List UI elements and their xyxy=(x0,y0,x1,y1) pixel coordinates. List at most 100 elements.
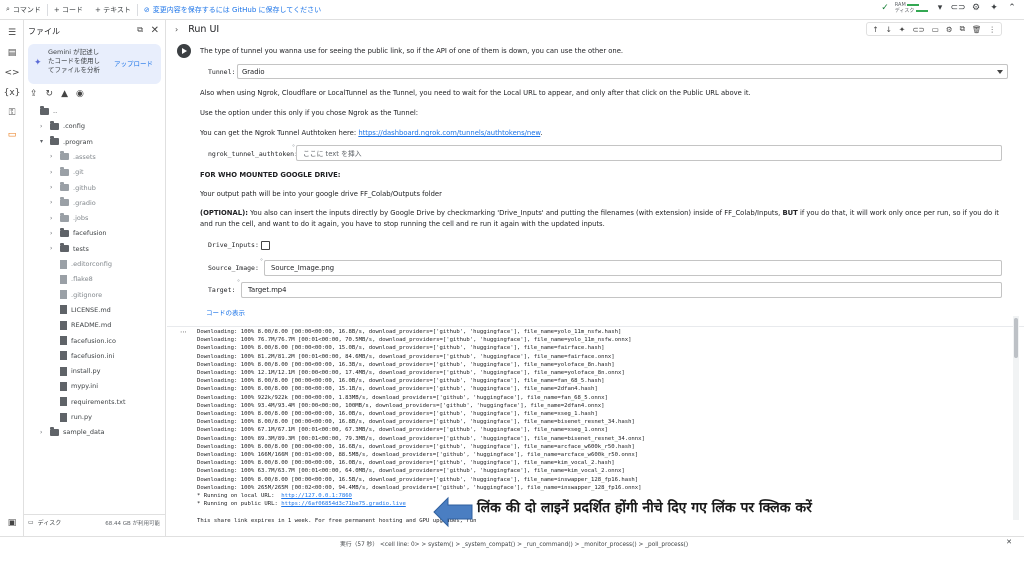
authtoken-info-text: You can get the Ngrok Tunnel Authtoken h… xyxy=(200,129,543,137)
tunnel-select[interactable]: Gradio xyxy=(237,64,1008,79)
tree-file-item[interactable]: LICENSE.md xyxy=(50,303,111,317)
tree-file-item[interactable]: facefusion.ico xyxy=(50,334,116,348)
terminal-icon[interactable]: ▣ xyxy=(5,516,19,530)
run-cell-button[interactable] xyxy=(177,44,191,58)
more-icon[interactable]: ⋮ xyxy=(989,25,997,34)
public-url-link[interactable]: https://6af06854d3c71be75.gradio.live xyxy=(281,501,406,507)
tree-item-label: tests xyxy=(73,244,89,253)
status-close-icon[interactable]: ✕ xyxy=(1006,538,1012,546)
chevron-right-icon[interactable]: › xyxy=(175,25,178,34)
gear-icon[interactable]: ⚙ xyxy=(970,2,982,14)
authtoken-input[interactable]: ここに text を挿入 xyxy=(296,145,1002,161)
tree-folder-item[interactable]: › .github xyxy=(50,181,96,195)
ngrok-option-text: Use the option under this only if you ch… xyxy=(200,109,419,117)
notebook-icon[interactable]: ▤ xyxy=(5,46,19,60)
link-cell-icon[interactable]: ⊂⊃ xyxy=(912,25,925,34)
tree-folder-item[interactable]: ▾ .program xyxy=(40,135,93,149)
local-url-prefix: * Running on local URL: xyxy=(197,493,282,500)
upload-file-icon[interactable]: ⇪ xyxy=(30,89,38,99)
tree-item-label: .editorconfig xyxy=(71,260,112,268)
key-icon[interactable]: ⚿ xyxy=(5,106,19,120)
tree-file-item[interactable]: requirements.txt xyxy=(50,395,126,409)
tree-file-item[interactable]: .editorconfig xyxy=(50,257,112,271)
tree-folder-item[interactable]: › .gradio xyxy=(50,196,96,210)
mirror-cell-icon[interactable]: ⧉ xyxy=(960,24,965,34)
tree-folder-item[interactable]: › .git xyxy=(50,165,84,179)
target-input[interactable]: Target.mp4 xyxy=(241,282,1002,298)
refresh-icon[interactable]: ↻ xyxy=(46,89,54,99)
cell-settings-icon[interactable]: ⚙ xyxy=(946,25,953,34)
output-line: Downloading: 100% 67.1M/67.1M [00:01<00:… xyxy=(197,427,608,434)
output-line: Downloading: 100% 8.00/8.00 [00:00<00:00… xyxy=(197,411,598,418)
code-icon[interactable]: <> xyxy=(4,66,19,80)
output-line: Downloading: 100% 12.1M/12.1M [00:00<00:… xyxy=(197,370,625,377)
cell-title: Run UI xyxy=(188,23,220,35)
output-line: Downloading: 100% 81.2M/81.2M [00:01<00:… xyxy=(197,353,615,360)
file-icon xyxy=(60,305,67,315)
folder-icon xyxy=(50,120,59,130)
chevron-down-icon[interactable]: ▾ xyxy=(934,2,946,14)
upload-link[interactable]: アップロード xyxy=(114,58,153,68)
notebook-main: › Run UI ↑ ↓ ✦ ⊂⊃ ▭ ⚙ ⧉ 🗑 ⋮ The type of … xyxy=(167,20,1024,536)
comment-icon[interactable]: ▭ xyxy=(932,25,939,34)
variables-icon[interactable]: {x} xyxy=(4,86,21,100)
tree-file-item[interactable]: facefusion.ini xyxy=(50,349,114,363)
chevron-right-icon: › xyxy=(50,214,53,222)
gemini-suggestion-card[interactable]: ✦ Gemini が記述したコードを使用してファイルを分析 アップロード xyxy=(28,44,161,84)
add-code-button[interactable]: + コード xyxy=(48,5,89,15)
file-icon xyxy=(60,274,67,284)
disk-bar xyxy=(916,9,928,12)
source-image-input[interactable]: Source_Image.png xyxy=(264,260,1002,276)
ram-bar xyxy=(907,3,920,6)
close-icon[interactable]: ✕ xyxy=(151,25,159,36)
file-icon xyxy=(60,320,67,330)
save-to-github-link[interactable]: ⊘ 変更内容を保存するには GitHub に保存してください xyxy=(138,5,327,15)
toc-icon[interactable]: ☰ xyxy=(5,26,19,40)
tree-file-item[interactable]: mypy.ini xyxy=(50,379,98,393)
delete-icon[interactable]: 🗑 xyxy=(972,25,982,34)
tree-folder-item[interactable]: › .assets xyxy=(50,150,96,164)
new-window-icon[interactable]: ⧉ xyxy=(137,25,143,35)
chevron-right-icon: › xyxy=(40,428,43,436)
tree-item-label: facefusion xyxy=(73,229,107,238)
resource-monitor[interactable]: RAM ディスク xyxy=(895,2,928,14)
show-code-link[interactable]: コードの表示 xyxy=(206,307,245,317)
command-search-button[interactable]: ⌕ コマンド xyxy=(0,5,47,15)
tree-file-item[interactable]: .flake8 xyxy=(50,272,93,286)
tree-folder-item[interactable]: › tests xyxy=(50,242,89,256)
tree-folder-item[interactable]: › .jobs xyxy=(50,211,88,225)
add-text-button[interactable]: + テキスト xyxy=(89,5,137,15)
local-url-link[interactable]: http://127.0.0.1:7860 xyxy=(281,493,352,499)
tree-folder-item[interactable]: › .config xyxy=(40,119,85,133)
move-up-icon[interactable]: ↑ xyxy=(872,25,878,34)
authtoken-link[interactable]: https://dashboard.ngrok.com/tunnels/auth… xyxy=(358,129,540,137)
tree-file-item[interactable]: README.md xyxy=(50,318,111,332)
output-menu-icon[interactable]: ⋯ xyxy=(180,328,188,336)
link-off-icon: ⊘ xyxy=(143,5,150,14)
tree-file-item[interactable]: install.py xyxy=(50,364,101,378)
left-icon-rail: ☰ ▤ <> {x} ⚿ ▭ ▣ xyxy=(0,20,24,556)
tree-file-item[interactable]: .gitignore xyxy=(50,288,102,302)
folder-icon[interactable]: ▭ xyxy=(5,128,19,142)
gemini-cell-icon[interactable]: ✦ xyxy=(899,25,905,34)
folder-icon xyxy=(50,426,59,436)
tree-folder-item[interactable]: › sample_data xyxy=(40,425,105,439)
tree-folder-item[interactable]: .. xyxy=(30,104,57,118)
move-down-icon[interactable]: ↓ xyxy=(886,25,892,34)
collapse-chevron-icon[interactable]: ⌃ xyxy=(1006,2,1018,14)
mount-drive-icon[interactable]: ▲ xyxy=(61,89,68,99)
tree-item-label: .flake8 xyxy=(71,275,93,284)
source-image-label: Source_Image: xyxy=(208,264,259,272)
optional-inputs-text: (OPTIONAL): You also can insert the inpu… xyxy=(200,208,1010,230)
tree-item-label: README.md xyxy=(71,321,112,330)
output-scrollbar-thumb[interactable] xyxy=(1014,318,1018,358)
tree-file-item[interactable]: run.py xyxy=(50,410,92,424)
gemini-icon[interactable]: ✦ xyxy=(988,2,1000,14)
drive-inputs-checkbox[interactable] xyxy=(261,241,270,250)
tree-item-label: LICENSE.md xyxy=(71,305,111,314)
link-icon[interactable]: ⊂⊃ xyxy=(950,2,965,14)
output-line: Downloading: 100% 63.7M/63.7M [00:01<00:… xyxy=(197,468,625,475)
visibility-icon[interactable]: ◉ xyxy=(76,89,84,99)
tree-folder-item[interactable]: › facefusion xyxy=(50,226,107,240)
output-line: Downloading: 100% 8.00/8.00 [00:00<00:00… xyxy=(197,378,605,385)
